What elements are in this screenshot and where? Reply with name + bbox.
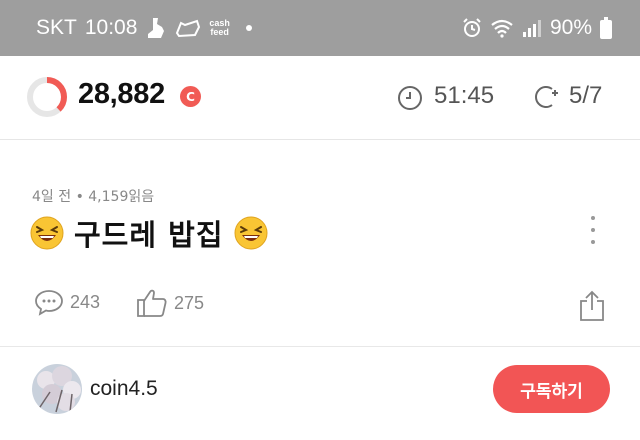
comment-icon bbox=[35, 290, 63, 316]
article-meta: 4일 전 • 4,159읽음 bbox=[32, 189, 155, 205]
article-title-row: 구드레 밥집 bbox=[30, 212, 268, 254]
thumbs-up-icon bbox=[137, 289, 167, 317]
like-count: 275 bbox=[174, 292, 205, 313]
comment-button[interactable]: 243 bbox=[34, 288, 100, 316]
timer-value: 51:45 bbox=[434, 82, 495, 109]
points-header: 28,882 C 51:45 5/7 bbox=[0, 56, 640, 140]
divider bbox=[0, 346, 640, 347]
notification-dot-icon bbox=[245, 25, 252, 31]
comment-count: 243 bbox=[70, 291, 101, 312]
wifi-icon bbox=[490, 18, 514, 38]
cashfeed-icon: cash feed bbox=[209, 19, 230, 37]
status-right: 90% bbox=[462, 0, 612, 56]
cashfeed-label-bottom: feed bbox=[210, 27, 229, 37]
laughing-emoji-icon bbox=[30, 216, 64, 250]
signal-icon bbox=[522, 18, 542, 38]
alarm-icon bbox=[462, 18, 482, 38]
progress-ring bbox=[27, 77, 67, 117]
like-button[interactable]: 275 bbox=[136, 288, 204, 318]
battery-icon bbox=[600, 17, 612, 39]
clock: 10:08 bbox=[84, 16, 138, 39]
battery-percent: 90% bbox=[549, 16, 592, 39]
more-options-icon[interactable] bbox=[583, 214, 603, 246]
sneaker-icon bbox=[175, 17, 201, 39]
coin-plus-icon bbox=[535, 86, 558, 108]
avatar[interactable] bbox=[32, 364, 82, 414]
points-value: 28,882 bbox=[78, 78, 165, 110]
carrier-label: SKT bbox=[36, 16, 77, 39]
reward-count: 5/7 bbox=[569, 82, 603, 109]
subscribe-button[interactable]: 구독하기 bbox=[493, 365, 610, 413]
status-left: SKT 10:08 cash feed bbox=[36, 0, 252, 56]
status-bar: SKT 10:08 cash feed 90% bbox=[0, 0, 640, 56]
article-title: 구드레 밥집 bbox=[74, 218, 224, 252]
share-icon[interactable] bbox=[578, 290, 606, 322]
author-name[interactable]: coin4.5 bbox=[90, 377, 158, 401]
coin-icon: C bbox=[180, 86, 201, 107]
running-shoe-icon bbox=[145, 16, 167, 40]
laughing-emoji-icon bbox=[234, 216, 267, 250]
clock-icon bbox=[398, 86, 422, 110]
